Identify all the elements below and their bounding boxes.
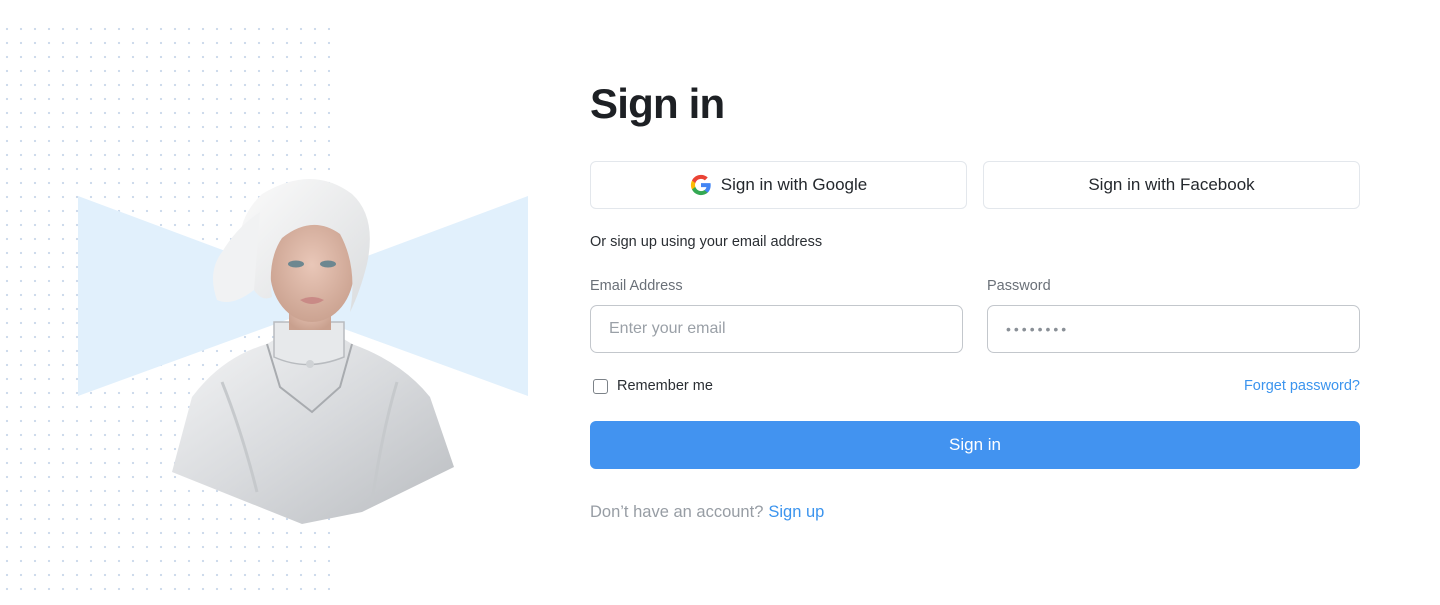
remember-me[interactable]: Remember me (593, 378, 713, 394)
signin-form: Sign in Sign in with Google Sign in with… (590, 0, 1360, 605)
password-label: Password (987, 278, 1051, 294)
password-field[interactable] (987, 305, 1360, 353)
divider-text: Or sign up using your email address (590, 234, 823, 250)
facebook-signin-label: Sign in with Facebook (1088, 175, 1255, 194)
google-icon (690, 174, 711, 196)
page-title: Sign in (590, 80, 725, 127)
portrait-image (172, 179, 454, 524)
remember-label: Remember me (617, 378, 713, 394)
signup-question: Don’t have an account? (590, 503, 764, 521)
signup-link[interactable]: Sign up (768, 503, 824, 521)
google-signin-button[interactable]: Sign in with Google (590, 161, 967, 209)
facebook-signin-button[interactable]: Sign in with Facebook (983, 161, 1360, 209)
google-signin-label: Sign in with Google (720, 175, 868, 194)
email-label: Email Address (590, 278, 683, 294)
signup-prompt: Don’t have an account? Sign up (590, 503, 824, 522)
remember-checkbox[interactable] (593, 378, 608, 394)
illustration-panel (0, 0, 560, 605)
forget-password-link[interactable]: Forget password? (1244, 378, 1360, 394)
signin-button[interactable]: Sign in (590, 421, 1360, 469)
email-field[interactable] (590, 305, 963, 353)
